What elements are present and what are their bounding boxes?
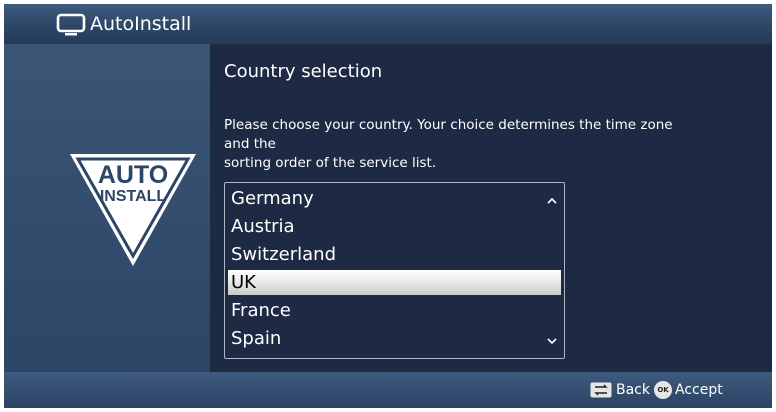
- list-item-spain[interactable]: Spain: [228, 326, 561, 351]
- logo-text-install: INSTALL: [100, 188, 167, 205]
- description-line-1: Please choose your country. Your choice …: [224, 117, 673, 152]
- logo-text-auto: AUTO: [98, 161, 168, 189]
- title-bar: AutoInstall: [4, 4, 772, 44]
- tv-icon: [56, 13, 86, 36]
- country-list[interactable]: Germany Austria Switzerland UK France Sp…: [224, 182, 565, 359]
- chevron-down-icon[interactable]: [546, 335, 558, 347]
- main-content: Country selection Please choose your cou…: [210, 44, 772, 372]
- list-item-france[interactable]: France: [228, 298, 561, 323]
- app-title: AutoInstall: [90, 13, 192, 35]
- list-item-switzerland[interactable]: Switzerland: [228, 242, 561, 267]
- description-line-2: sorting order of the service list.: [224, 155, 437, 171]
- footer-bar: Back OK Accept: [4, 372, 772, 408]
- auto-install-logo: AUTO INSTALL: [70, 154, 196, 266]
- accept-button[interactable]: Accept: [675, 381, 723, 399]
- description-text: Please choose your country. Your choice …: [224, 116, 694, 173]
- autoinstall-screen: AutoInstall AUTO INSTALL Country selecti…: [4, 4, 772, 408]
- side-panel: AUTO INSTALL: [4, 44, 210, 372]
- list-item-austria[interactable]: Austria: [228, 214, 561, 239]
- list-item-uk[interactable]: UK: [228, 270, 561, 295]
- ok-icon: OK: [654, 381, 672, 399]
- section-title: Country selection: [224, 61, 383, 82]
- chevron-up-icon[interactable]: [546, 195, 558, 207]
- back-arrows-icon: [590, 382, 612, 398]
- back-button[interactable]: Back: [616, 381, 650, 399]
- list-item-germany[interactable]: Germany: [228, 186, 561, 211]
